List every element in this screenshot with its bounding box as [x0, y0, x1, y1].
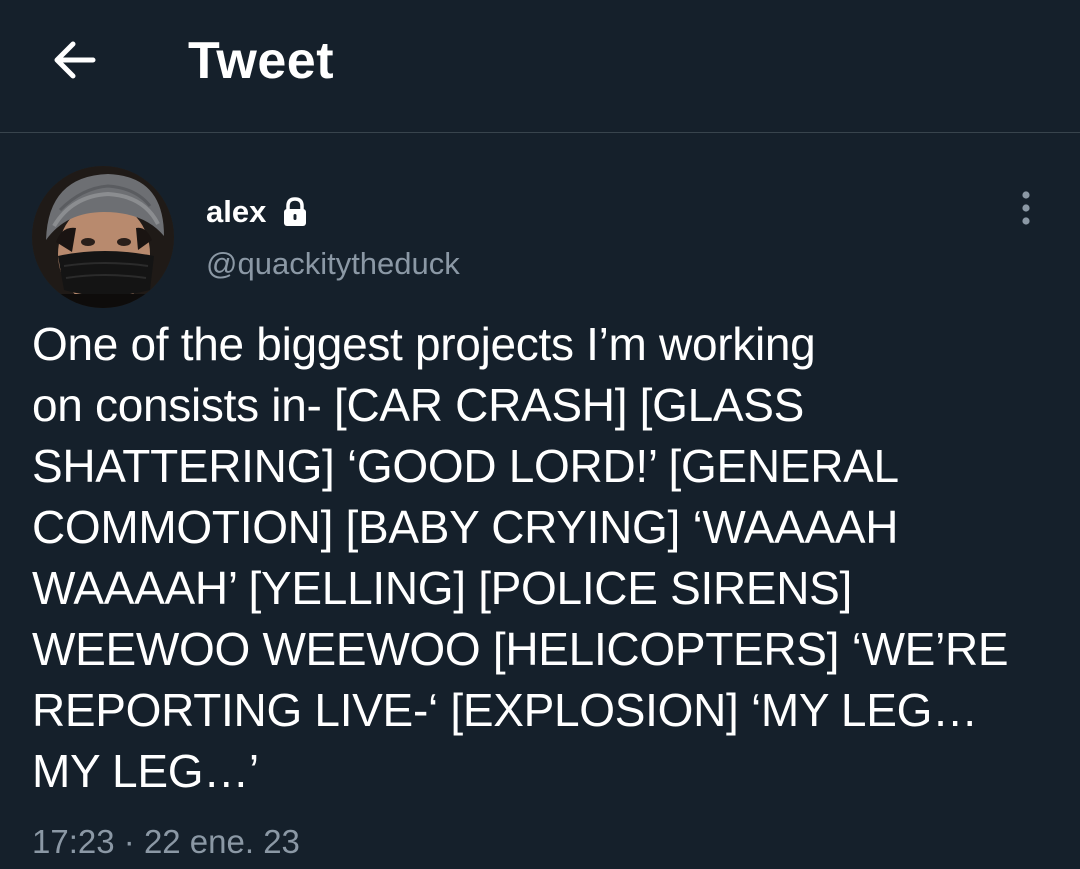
avatar[interactable] — [32, 166, 174, 308]
author-name[interactable]: alex — [206, 193, 266, 231]
author-handle[interactable]: @quackitytheduck — [206, 245, 460, 283]
tweet-date: 22 ene. 23 — [143, 823, 300, 860]
tweet-time: 17:23 — [32, 823, 115, 860]
more-options-button[interactable] — [1006, 186, 1046, 230]
author-name-row[interactable]: alex — [206, 193, 308, 231]
tweet-text: One of the biggest projects I’m working … — [32, 318, 1009, 797]
more-vertical-icon — [1022, 191, 1030, 225]
back-button[interactable] — [44, 30, 104, 90]
avatar-image — [32, 166, 174, 308]
page-title: Tweet — [188, 32, 335, 90]
lock-icon — [282, 197, 308, 227]
tweet-timestamp[interactable]: 17:23 · 22 ene. 23 — [32, 820, 300, 864]
arrow-left-icon — [54, 41, 96, 79]
top-app-bar: Tweet — [0, 0, 1080, 133]
meta-separator: · — [123, 823, 135, 860]
